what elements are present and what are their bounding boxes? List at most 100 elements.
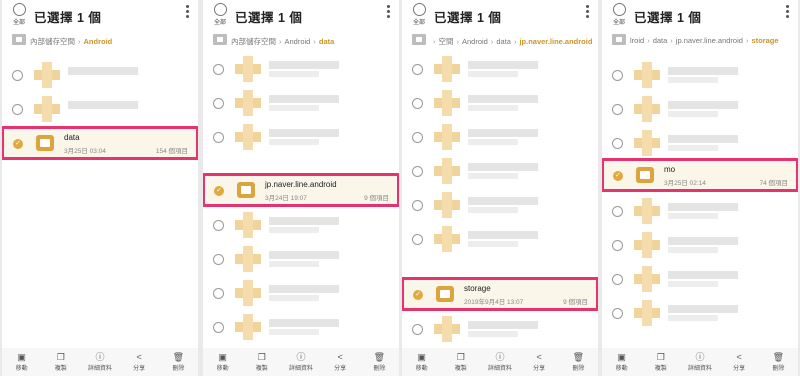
details-button[interactable]: ⓘ 詳細資料 <box>84 352 116 372</box>
list-item[interactable] <box>402 86 598 120</box>
unchecked-radio-icon[interactable] <box>213 220 224 231</box>
unchecked-radio-icon[interactable] <box>612 138 623 149</box>
list-item[interactable] <box>203 208 399 242</box>
selected-folder-row[interactable]: ✓ storage 2019年9月4日 13:07 9 個項目 <box>402 277 598 311</box>
storage-home-icon[interactable] <box>612 34 626 45</box>
select-all-toggle[interactable]: 全部 <box>211 3 229 26</box>
list-item[interactable] <box>402 312 598 346</box>
check-icon[interactable]: ✓ <box>613 171 623 181</box>
breadcrumb-item[interactable]: data <box>496 37 511 46</box>
unchecked-radio-icon[interactable] <box>612 274 623 285</box>
unchecked-radio-icon[interactable] <box>213 98 224 109</box>
share-button[interactable]: < 分享 <box>324 352 356 372</box>
list-item[interactable] <box>602 296 798 330</box>
unchecked-radio-icon[interactable] <box>412 166 423 177</box>
more-options-icon[interactable] <box>184 5 190 20</box>
storage-home-icon[interactable] <box>213 34 227 45</box>
copy-button[interactable]: ❐ 複製 <box>445 352 477 372</box>
list-item[interactable] <box>602 92 798 126</box>
breadcrumb-item[interactable]: jp.naver.line.android <box>676 36 743 45</box>
unchecked-radio-icon[interactable] <box>412 234 423 245</box>
breadcrumb-item[interactable]: 空間 <box>439 37 454 46</box>
breadcrumb-item[interactable]: 內部儲存空間 <box>30 37 75 46</box>
unchecked-radio-icon[interactable] <box>612 70 623 81</box>
list-item[interactable] <box>203 276 399 310</box>
unchecked-radio-icon[interactable] <box>412 324 423 335</box>
unchecked-radio-icon[interactable] <box>612 104 623 115</box>
delete-button[interactable]: 🗑 刪除 <box>762 352 794 372</box>
move-button[interactable]: ▣ 移動 <box>6 352 38 372</box>
copy-button[interactable]: ❐ 複製 <box>246 352 278 372</box>
breadcrumb-item[interactable]: lroid <box>630 36 644 45</box>
delete-button[interactable]: 🗑 刪除 <box>562 352 594 372</box>
storage-home-icon[interactable] <box>412 34 426 45</box>
list-item[interactable] <box>402 120 598 154</box>
more-options-icon[interactable] <box>784 5 790 20</box>
list-item[interactable] <box>203 52 399 86</box>
list-item[interactable] <box>602 228 798 262</box>
blurred-text <box>468 331 518 337</box>
select-all-toggle[interactable]: 全部 <box>410 3 428 26</box>
unchecked-radio-icon[interactable] <box>213 322 224 333</box>
unchecked-radio-icon[interactable] <box>213 132 224 143</box>
list-item[interactable] <box>402 222 598 256</box>
delete-button[interactable]: 🗑 刪除 <box>363 352 395 372</box>
delete-button[interactable]: 🗑 刪除 <box>162 352 194 372</box>
breadcrumb-item[interactable]: data <box>653 36 668 45</box>
unchecked-radio-icon[interactable] <box>412 132 423 143</box>
info-icon: ⓘ <box>296 352 306 362</box>
unchecked-radio-icon[interactable] <box>612 240 623 251</box>
list-item[interactable] <box>203 310 399 344</box>
list-item[interactable] <box>402 154 598 188</box>
unchecked-radio-icon[interactable] <box>213 254 224 265</box>
unchecked-radio-icon[interactable] <box>412 98 423 109</box>
select-all-toggle[interactable]: 全部 <box>610 3 628 26</box>
check-icon[interactable]: ✓ <box>13 139 23 149</box>
share-button[interactable]: < 分享 <box>523 352 555 372</box>
move-button[interactable]: ▣ 移動 <box>406 352 438 372</box>
check-icon[interactable]: ✓ <box>214 186 224 196</box>
list-item[interactable] <box>602 262 798 296</box>
list-item[interactable] <box>402 188 598 222</box>
list-item[interactable] <box>602 58 798 92</box>
blurred-text <box>668 315 718 321</box>
unchecked-radio-icon[interactable] <box>213 64 224 75</box>
list-item[interactable] <box>203 86 399 120</box>
list-item[interactable] <box>2 92 198 126</box>
selected-folder-row[interactable]: ✓ jp.naver.line.android 3月24日 19:07 9 個項… <box>203 173 399 207</box>
list-item[interactable] <box>602 126 798 160</box>
list-item[interactable] <box>402 52 598 86</box>
unchecked-radio-icon[interactable] <box>12 104 23 115</box>
breadcrumb-item[interactable]: Android <box>285 37 311 46</box>
share-button[interactable]: < 分享 <box>123 352 155 372</box>
storage-home-icon[interactable] <box>12 34 26 45</box>
selected-folder-row[interactable]: ✓ data 3月25日 03:04 154 個項目 <box>2 126 198 160</box>
list-item[interactable] <box>2 58 198 92</box>
breadcrumb-item[interactable]: Android <box>462 37 488 46</box>
more-options-icon[interactable] <box>385 5 391 20</box>
unchecked-radio-icon[interactable] <box>412 64 423 75</box>
unchecked-radio-icon[interactable] <box>612 308 623 319</box>
unchecked-radio-icon[interactable] <box>612 206 623 217</box>
select-all-toggle[interactable]: 全部 <box>10 3 28 26</box>
copy-button[interactable]: ❐ 複製 <box>45 352 77 372</box>
check-icon[interactable]: ✓ <box>413 290 423 300</box>
selected-folder-row[interactable]: ✓ mo 3月25日 02:14 74 個項目 <box>602 158 798 192</box>
breadcrumb-item[interactable]: 內部儲存空間 <box>231 37 276 46</box>
copy-button[interactable]: ❐ 複製 <box>645 352 677 372</box>
share-button[interactable]: < 分享 <box>723 352 755 372</box>
details-label: 詳細資料 <box>288 366 313 372</box>
move-button[interactable]: ▣ 移動 <box>606 352 638 372</box>
folder-name: jp.naver.line.android <box>265 180 337 189</box>
list-item[interactable] <box>203 242 399 276</box>
unchecked-radio-icon[interactable] <box>412 200 423 211</box>
list-item[interactable] <box>203 120 399 154</box>
details-button[interactable]: ⓘ 詳細資料 <box>484 352 516 372</box>
details-button[interactable]: ⓘ 詳細資料 <box>684 352 716 372</box>
more-options-icon[interactable] <box>584 5 590 20</box>
details-button[interactable]: ⓘ 詳細資料 <box>285 352 317 372</box>
move-button[interactable]: ▣ 移動 <box>207 352 239 372</box>
list-item[interactable] <box>602 194 798 228</box>
unchecked-radio-icon[interactable] <box>213 288 224 299</box>
unchecked-radio-icon[interactable] <box>12 70 23 81</box>
